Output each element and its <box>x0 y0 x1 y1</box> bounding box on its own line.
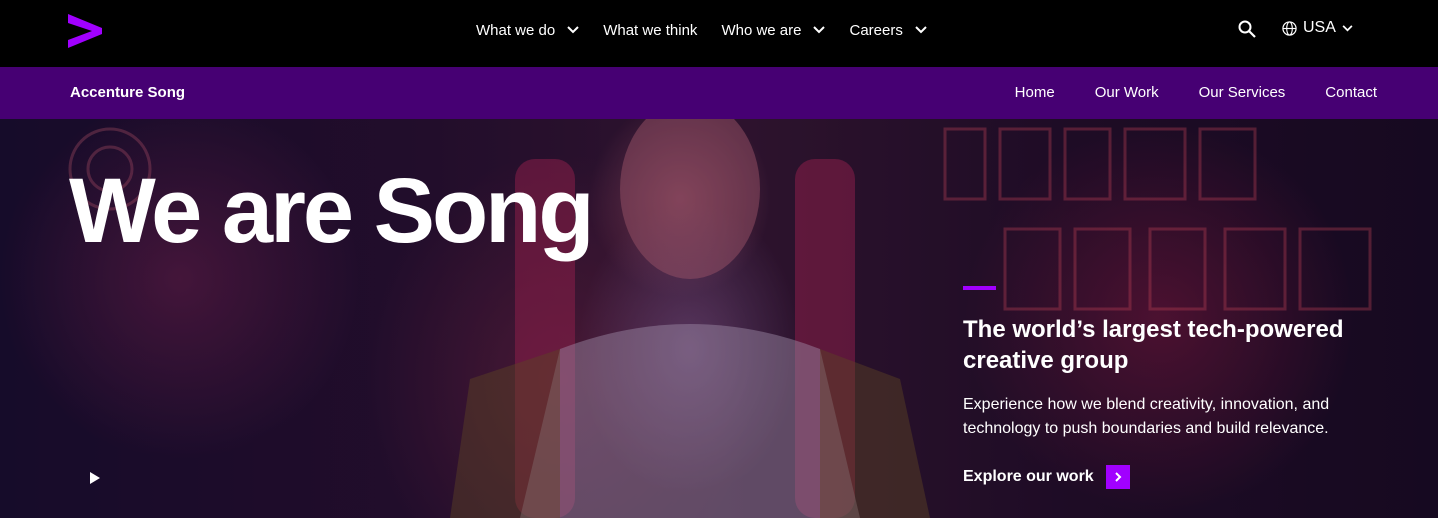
menu-item-what-we-do[interactable]: What we do <box>476 22 579 39</box>
explore-label: Explore our work <box>963 468 1094 485</box>
chevron-down-icon <box>1342 24 1353 31</box>
sub-nav-links: Home Our Work Our Services Contact <box>975 84 1377 101</box>
sub-nav-our-work[interactable]: Our Work <box>1095 84 1159 101</box>
top-navigation: What we do What we think Who we are Care… <box>0 0 1438 67</box>
hero-subtitle: The world’s largest tech-powered creativ… <box>963 316 1344 374</box>
sub-nav-contact[interactable]: Contact <box>1325 84 1377 101</box>
chevron-right-icon <box>1105 465 1130 489</box>
menu-item-label: Who we are <box>721 21 802 39</box>
main-menu: What we do What we think Who we are Care… <box>476 0 951 60</box>
play-icon[interactable] <box>88 470 102 486</box>
sub-nav-our-services[interactable]: Our Services <box>1199 84 1286 101</box>
menu-item-careers[interactable]: Careers <box>849 21 927 39</box>
hero-section: We are Song The world’s largest tech-pow… <box>0 119 1438 518</box>
menu-item-label: What we do <box>476 21 556 39</box>
search-icon[interactable] <box>1238 20 1256 38</box>
hero-description: Experience how we blend creativity, inno… <box>963 396 1330 437</box>
chevron-down-icon <box>567 26 579 34</box>
globe-icon <box>1282 20 1297 36</box>
sub-navigation: Accenture Song Home Our Work Our Service… <box>0 67 1438 119</box>
sub-nav-home[interactable]: Home <box>1015 84 1055 101</box>
chevron-down-icon <box>915 26 927 34</box>
locale-label: USA <box>1303 19 1336 36</box>
menu-item-who-we-are[interactable]: Who we are <box>721 21 826 39</box>
hero-title: We are Song <box>69 160 595 262</box>
locale-selector[interactable]: USA <box>1282 19 1353 37</box>
accenture-logo-icon[interactable] <box>66 14 104 48</box>
menu-item-what-we-think[interactable]: What we think <box>603 22 697 39</box>
explore-our-work-button[interactable]: Explore our work <box>963 465 1130 489</box>
brand-name[interactable]: Accenture Song <box>70 84 185 101</box>
menu-item-label: What we think <box>603 21 698 39</box>
chevron-down-icon <box>813 26 826 34</box>
menu-item-label: Careers <box>849 21 903 39</box>
accent-bar <box>963 286 996 290</box>
